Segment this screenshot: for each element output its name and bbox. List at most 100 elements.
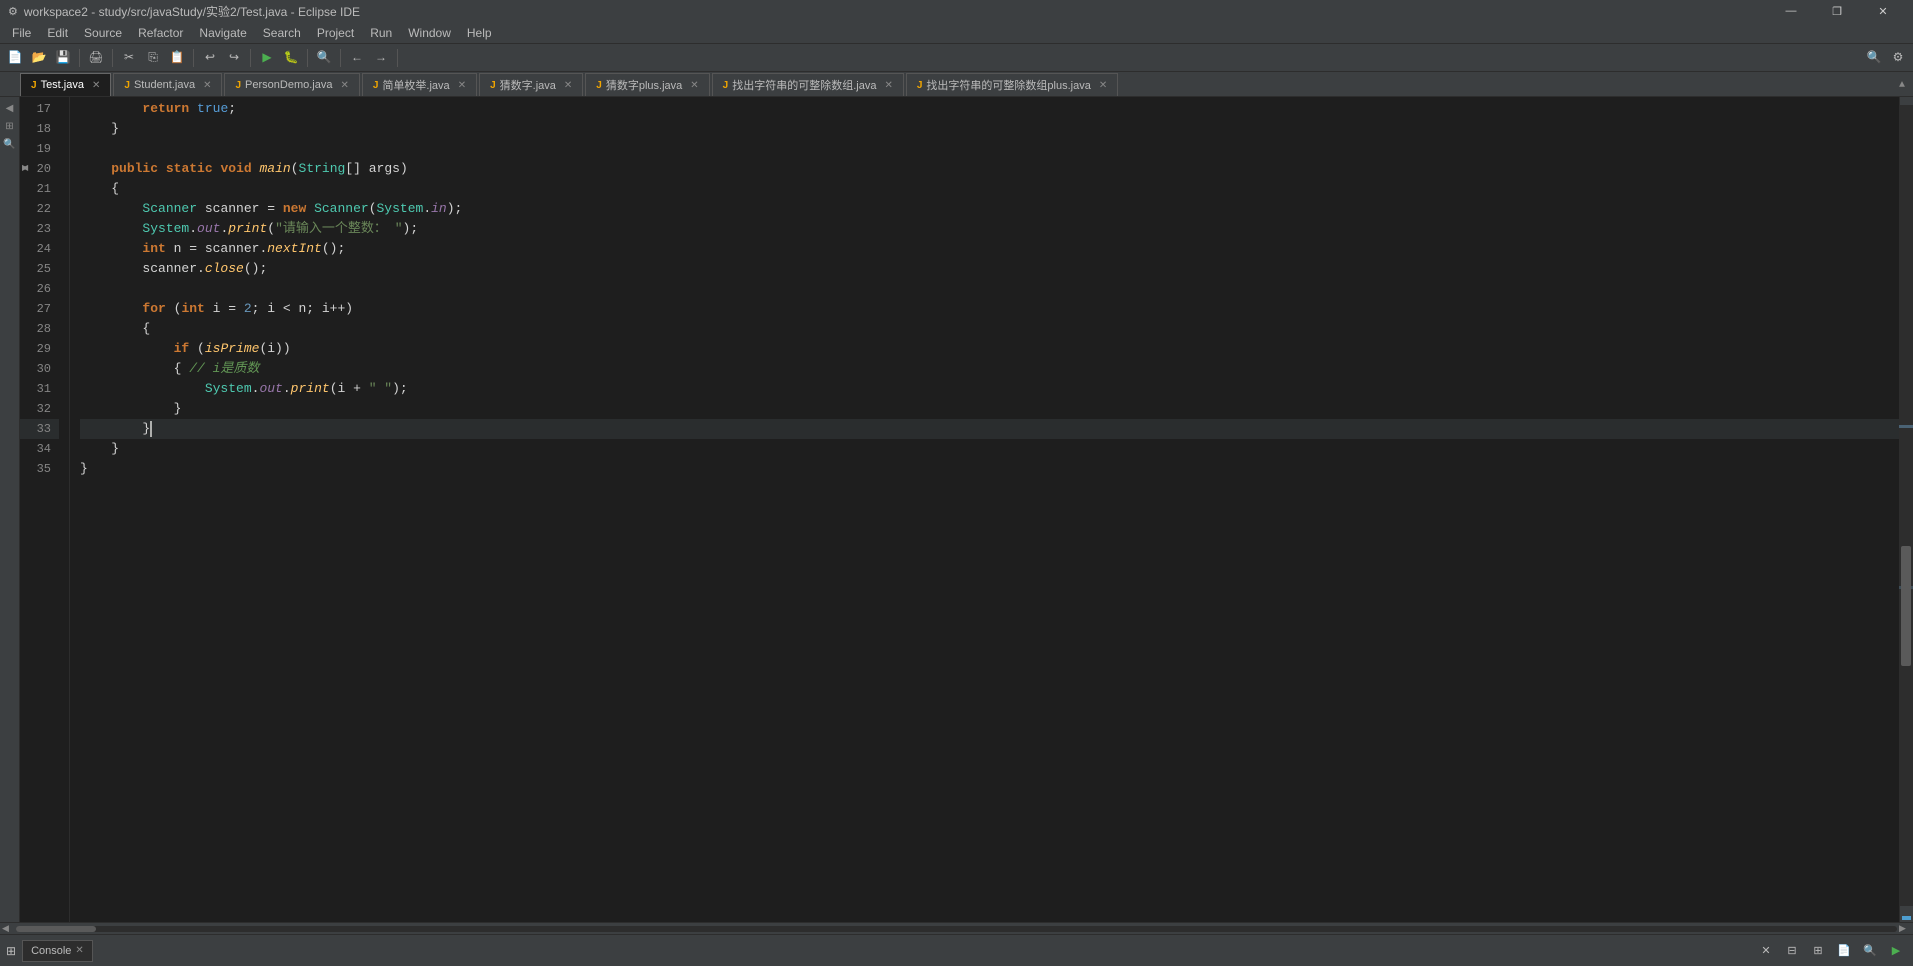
- tab-label-test: Test.java: [41, 79, 84, 91]
- toolbar-back[interactable]: ←: [346, 47, 368, 69]
- toolbar-undo[interactable]: ↩: [199, 47, 221, 69]
- console-btn-2[interactable]: ⊟: [1781, 940, 1803, 962]
- tab-icon-test: J: [31, 80, 37, 91]
- code-line-21: {: [80, 179, 1899, 199]
- tab-label-persondemo: PersonDemo.java: [245, 79, 332, 91]
- vertical-scrollbar-track[interactable]: [1900, 105, 1913, 906]
- tab-close-test[interactable]: ✕: [92, 80, 100, 91]
- tab-student-java[interactable]: J Student.java ✕: [113, 73, 222, 96]
- line-num-25: 25: [20, 259, 59, 279]
- code-line-27: for (int i = 2; i < n; i++): [80, 299, 1899, 319]
- toolbar-search[interactable]: 🔍: [313, 47, 335, 69]
- line-num-34: 34: [20, 439, 59, 459]
- code-content-area[interactable]: return true; } public static void main(S…: [70, 97, 1899, 922]
- code-line-33: }: [80, 419, 1899, 439]
- tab-close-guessnumber[interactable]: ✕: [564, 80, 572, 91]
- horizontal-scrollbar[interactable]: ◀ ▶: [0, 922, 1913, 934]
- toolbar-right-1[interactable]: 🔍: [1863, 47, 1885, 69]
- tab-persondemo-java[interactable]: J PersonDemo.java ✕: [224, 73, 359, 96]
- code-line-24: int n = scanner.nextInt();: [80, 239, 1899, 259]
- menu-file[interactable]: File: [4, 22, 39, 44]
- toolbar-print[interactable]: 🖨: [85, 47, 107, 69]
- toolbar-copy[interactable]: ⎘: [142, 47, 164, 69]
- tab-scroll-up[interactable]: ▲: [1891, 74, 1913, 96]
- line-num-20: 20◀: [20, 159, 59, 179]
- toolbar-redo[interactable]: ↪: [223, 47, 245, 69]
- console-icon: ⊞: [6, 944, 16, 958]
- h-scroll-left[interactable]: ◀: [2, 924, 14, 934]
- line-num-21: 21: [20, 179, 59, 199]
- tab-icon-guessnumber: J: [490, 80, 496, 91]
- toolbar-sep-4: [250, 49, 251, 67]
- tab-icon-persondemo: J: [235, 80, 241, 91]
- console-tab-close[interactable]: ✕: [75, 945, 83, 956]
- h-scroll-thumb[interactable]: [16, 926, 96, 932]
- console-btn-6[interactable]: ▶: [1885, 940, 1907, 962]
- minimize-button[interactable]: —: [1769, 0, 1813, 22]
- menu-project[interactable]: Project: [309, 22, 362, 44]
- h-scroll-track[interactable]: [16, 926, 1897, 932]
- toolbar-run[interactable]: ▶: [256, 47, 278, 69]
- toolbar-open[interactable]: 📂: [28, 47, 50, 69]
- toolbar-sep-1: [79, 49, 80, 67]
- close-button[interactable]: ✕: [1861, 0, 1905, 22]
- toolbar-right-2[interactable]: ⚙: [1887, 47, 1909, 69]
- code-line-25: scanner.close();: [80, 259, 1899, 279]
- line-num-32: 32: [20, 399, 59, 419]
- tab-close-findstrplus[interactable]: ✕: [1099, 80, 1107, 91]
- tab-label-guessnumber: 猜数字.java: [500, 77, 556, 93]
- toolbar-new[interactable]: 📄: [4, 47, 26, 69]
- line-numbers-panel: 17 18 19 20◀ 21 22 23 24 25 26 27 28 29 …: [20, 97, 70, 922]
- tab-simpleenum-java[interactable]: J 简单枚举.java ✕: [362, 73, 477, 96]
- tab-guessnumber-java[interactable]: J 猜数字.java ✕: [479, 73, 583, 96]
- h-scroll-right[interactable]: ▶: [1899, 924, 1911, 934]
- tab-label-student: Student.java: [134, 79, 195, 91]
- left-icon-2[interactable]: ⊞: [2, 119, 18, 135]
- code-line-17: return true;: [80, 99, 1899, 119]
- tab-test-java[interactable]: J Test.java ✕: [20, 73, 111, 96]
- menu-refactor[interactable]: Refactor: [130, 22, 191, 44]
- left-icon-3[interactable]: 🔍: [2, 137, 18, 153]
- code-editor[interactable]: 17 18 19 20◀ 21 22 23 24 25 26 27 28 29 …: [20, 97, 1899, 922]
- menu-run[interactable]: Run: [362, 22, 400, 44]
- tab-findstrplus-java[interactable]: J 找出字符串的可整除数组plus.java ✕: [906, 73, 1118, 96]
- line-num-23: 23: [20, 219, 59, 239]
- vertical-scrollbar-thumb[interactable]: [1901, 546, 1911, 666]
- line-num-29: 29: [20, 339, 59, 359]
- tab-close-student[interactable]: ✕: [203, 80, 211, 91]
- toolbar-forward[interactable]: →: [370, 47, 392, 69]
- left-icon-1[interactable]: ◀: [2, 101, 18, 117]
- menu-edit[interactable]: Edit: [39, 22, 76, 44]
- tab-close-simpleenum[interactable]: ✕: [458, 80, 466, 91]
- tabs-bar: J Test.java ✕ J Student.java ✕ J PersonD…: [0, 72, 1913, 97]
- code-line-18: }: [80, 119, 1899, 139]
- tab-close-guessnumberplus[interactable]: ✕: [690, 80, 698, 91]
- menu-navigate[interactable]: Navigate: [191, 22, 254, 44]
- toolbar-cut[interactable]: ✂: [118, 47, 140, 69]
- toolbar-save[interactable]: 💾: [52, 47, 74, 69]
- menu-window[interactable]: Window: [400, 22, 459, 44]
- toolbar-debug[interactable]: 🐛: [280, 47, 302, 69]
- console-icon-area: ⊞: [6, 944, 16, 958]
- console-btn-4[interactable]: 📄: [1833, 940, 1855, 962]
- menu-help[interactable]: Help: [459, 22, 500, 44]
- tab-label-guessnumberplus: 猜数字plus.java: [606, 77, 682, 93]
- scroll-position-mark: [1902, 916, 1911, 920]
- code-line-35: }: [80, 459, 1899, 479]
- right-scroll-panel: [1899, 97, 1913, 922]
- menu-search[interactable]: Search: [255, 22, 309, 44]
- tab-close-findstr[interactable]: ✕: [884, 80, 892, 91]
- console-tab[interactable]: Console ✕: [22, 940, 93, 962]
- code-line-32: }: [80, 399, 1899, 419]
- console-btn-5[interactable]: 🔍: [1859, 940, 1881, 962]
- tab-findstr-java[interactable]: J 找出字符串的可整除数组.java ✕: [712, 73, 904, 96]
- console-btn-3[interactable]: ⊞: [1807, 940, 1829, 962]
- maximize-button[interactable]: ❐: [1815, 0, 1859, 22]
- menu-source[interactable]: Source: [76, 22, 130, 44]
- console-toolbar: ✕ ⊟ ⊞ 📄 🔍 ▶: [1755, 940, 1907, 962]
- console-tab-label: Console: [31, 945, 71, 957]
- toolbar-paste[interactable]: 📋: [166, 47, 188, 69]
- tab-close-persondemo[interactable]: ✕: [340, 80, 348, 91]
- console-btn-1[interactable]: ✕: [1755, 940, 1777, 962]
- tab-guessnumberplus-java[interactable]: J 猜数字plus.java ✕: [585, 73, 709, 96]
